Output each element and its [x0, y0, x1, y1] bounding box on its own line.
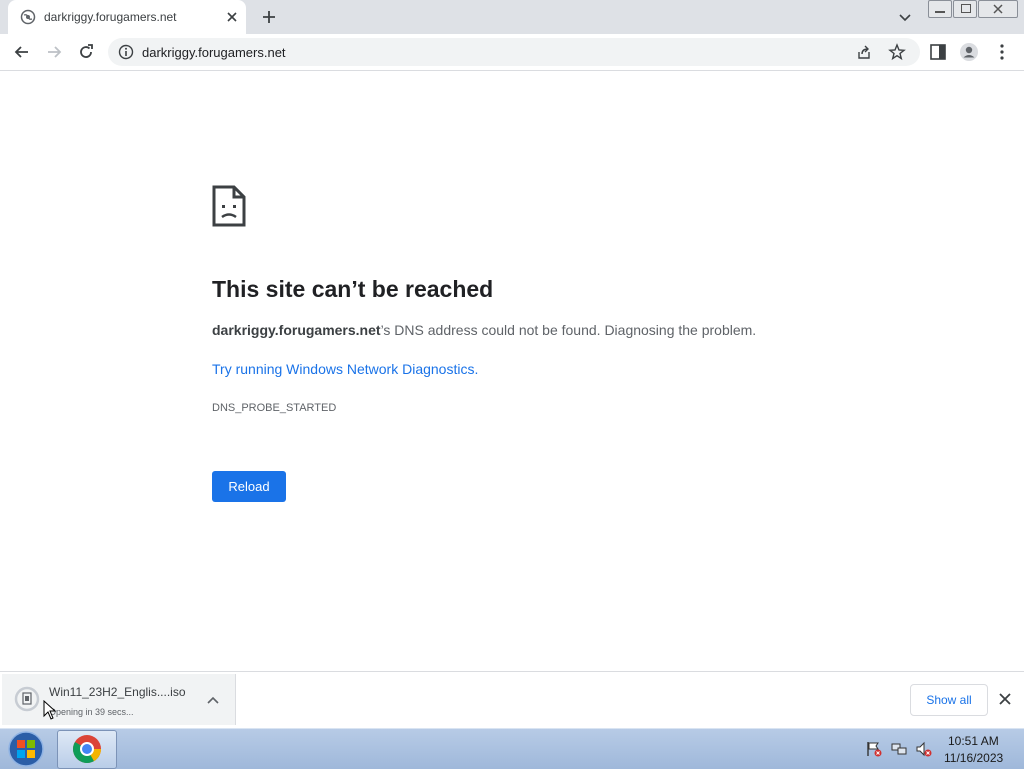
error-description: darkriggy.forugamers.net’s DNS address c…: [212, 322, 756, 338]
chevron-up-icon[interactable]: [206, 694, 220, 706]
volume-muted-icon[interactable]: [916, 741, 932, 757]
mouse-cursor-icon: [43, 700, 57, 720]
error-host: darkriggy.forugamers.net: [212, 322, 381, 338]
chrome-icon: [73, 735, 101, 763]
close-tab-icon[interactable]: [223, 8, 241, 26]
download-status: Opening in 39 secs...: [49, 707, 134, 717]
download-file-name: Win11_23H2_Englis....iso: [49, 685, 186, 699]
browser-tab[interactable]: darkriggy.forugamers.net: [8, 0, 246, 34]
reload-button[interactable]: Reload: [212, 471, 286, 502]
reload-icon[interactable]: [76, 42, 96, 62]
sad-page-icon: [212, 185, 246, 227]
share-icon[interactable]: [856, 44, 872, 60]
menu-dots-icon[interactable]: [992, 42, 1012, 62]
download-bar: Win11_23H2_Englis....iso Opening in 39 s…: [0, 671, 1024, 729]
download-item[interactable]: Win11_23H2_Englis....iso Opening in 39 s…: [2, 674, 236, 725]
toolbar: darkriggy.forugamers.net: [0, 34, 1024, 71]
close-window-button[interactable]: [978, 0, 1018, 18]
network-diagnostics-link[interactable]: Try running Windows Network Diagnostics.: [212, 361, 478, 377]
new-tab-icon[interactable]: [258, 6, 280, 28]
tab-title: darkriggy.forugamers.net: [44, 10, 177, 24]
minimize-button[interactable]: [928, 0, 952, 18]
close-icon: [993, 4, 1003, 14]
restore-button[interactable]: [953, 0, 977, 18]
clock-date[interactable]: 11/16/2023: [944, 751, 1003, 765]
download-progress-icon: [14, 686, 40, 712]
error-code: DNS_PROBE_STARTED: [212, 402, 337, 414]
chrome-taskbar-button[interactable]: [57, 730, 117, 769]
chevron-down-icon[interactable]: [894, 6, 916, 28]
restore-icon: [961, 4, 971, 13]
close-download-bar-icon[interactable]: [998, 692, 1012, 706]
globe-icon: [20, 9, 36, 25]
show-all-button[interactable]: Show all: [910, 684, 988, 716]
tab-strip: darkriggy.forugamers.net: [0, 0, 1024, 34]
forward-icon[interactable]: [44, 42, 64, 62]
back-icon[interactable]: [12, 42, 32, 62]
network-icon[interactable]: [891, 741, 907, 757]
side-panel-icon[interactable]: [928, 42, 948, 62]
profile-avatar-icon[interactable]: [959, 42, 979, 62]
error-message: ’s DNS address could not be found. Diagn…: [380, 322, 757, 338]
error-title: This site can’t be reached: [212, 276, 494, 302]
address-bar[interactable]: darkriggy.forugamers.net: [108, 38, 920, 66]
clock-time[interactable]: 10:51 AM: [948, 734, 999, 748]
address-url: darkriggy.forugamers.net: [142, 45, 286, 60]
taskbar: 10:51 AM 11/16/2023: [0, 728, 1024, 769]
info-icon[interactable]: [118, 44, 134, 60]
bookmark-star-icon[interactable]: [888, 43, 906, 61]
start-button[interactable]: [3, 730, 49, 768]
minimize-icon: [935, 11, 945, 13]
action-center-flag-icon[interactable]: [866, 741, 882, 757]
